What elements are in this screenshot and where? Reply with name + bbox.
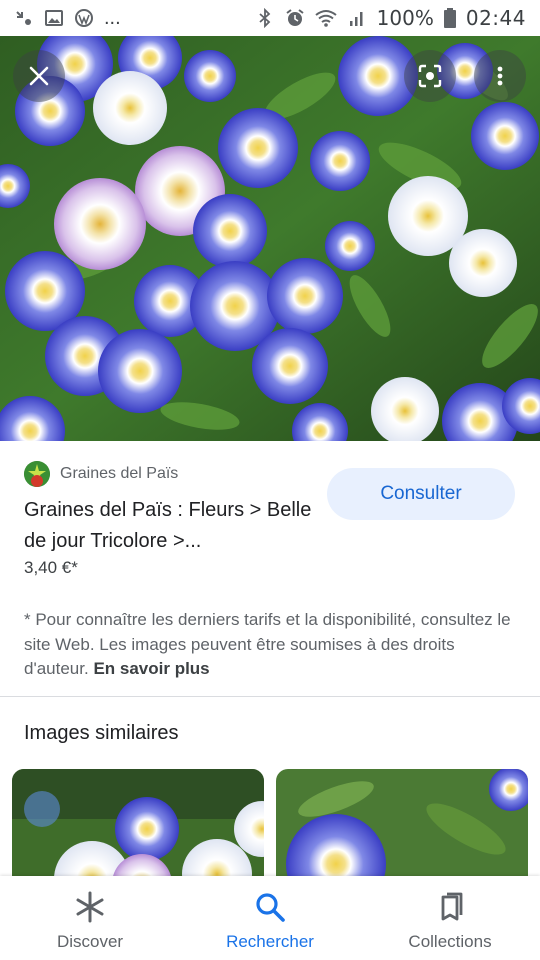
- status-right: 100% 02:44: [255, 6, 526, 30]
- nav-collections[interactable]: Collections: [360, 876, 540, 960]
- alarm-icon: [286, 9, 304, 26]
- lens-icon: [418, 64, 442, 88]
- nav-label-search: Rechercher: [226, 932, 314, 951]
- wordpress-icon: [75, 9, 93, 27]
- status-time: 02:44: [465, 6, 526, 30]
- nav-label-discover: Discover: [56, 932, 124, 951]
- similar-images-grid: [12, 769, 528, 889]
- close-button[interactable]: [13, 50, 65, 102]
- consult-button[interactable]: Consulter: [327, 468, 515, 520]
- asterisk-icon: [73, 890, 107, 924]
- search-icon: [253, 890, 287, 924]
- source-name: Graines del Païs: [60, 465, 179, 482]
- status-overflow: ...: [104, 6, 121, 29]
- nav-discover[interactable]: Discover: [0, 876, 180, 960]
- close-icon: [29, 66, 49, 86]
- disclaimer: * Pour connaître les derniers tarifs et …: [24, 608, 520, 682]
- result-card: Graines del Païs Graines del Païs : Fleu…: [0, 441, 540, 696]
- bluetooth-icon: [259, 8, 270, 28]
- hero-image[interactable]: [0, 36, 540, 441]
- product-title[interactable]: Graines del Païs : Fleurs > Belle de jou…: [24, 495, 314, 557]
- more-vert-icon: [497, 66, 503, 86]
- source-row[interactable]: Graines del Païs: [24, 461, 178, 487]
- flower-photo: [0, 36, 540, 441]
- similar-image-thumb[interactable]: [276, 769, 528, 889]
- battery-percent: 100%: [376, 6, 434, 30]
- section-divider: [0, 696, 540, 697]
- image-icon: [45, 10, 63, 26]
- product-price: 3,40 €*: [24, 558, 78, 577]
- more-options-button[interactable]: [474, 50, 526, 102]
- nav-search[interactable]: Rechercher: [180, 876, 360, 960]
- learn-more-link[interactable]: En savoir plus: [93, 659, 209, 678]
- lens-button[interactable]: [404, 50, 456, 102]
- missed-call-icon: [16, 11, 31, 25]
- battery-icon: [443, 8, 456, 28]
- similar-images-heading: Images similaires: [24, 722, 179, 744]
- nav-label-collections: Collections: [408, 932, 492, 951]
- source-logo-icon: [24, 461, 50, 487]
- bottom-navigation: Discover Rechercher Collections: [0, 876, 540, 960]
- signal-icon: [349, 12, 363, 26]
- wifi-icon: [315, 10, 337, 27]
- status-left: ...: [14, 7, 121, 30]
- collections-icon: [433, 890, 467, 924]
- status-bar: ... 100% 02:44: [0, 0, 540, 36]
- similar-image-thumb[interactable]: [12, 769, 264, 889]
